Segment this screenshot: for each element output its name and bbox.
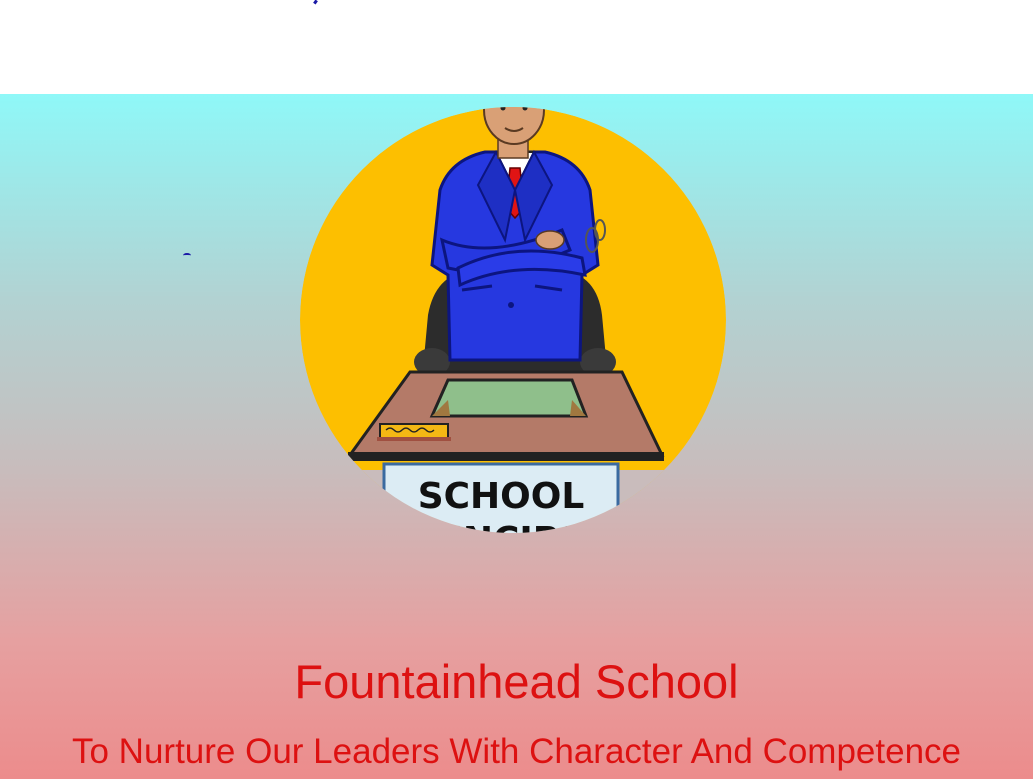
school-tagline: To Nurture Our Leaders With Character An… [71, 732, 962, 771]
sign-text-line2: PRINCIPAL [395, 520, 606, 561]
stray-mark [313, 0, 318, 5]
school-principal-illustration: SCHOOL PRINCIPAL [300, 107, 726, 561]
top-header-area [0, 0, 1033, 94]
sign-text-line1: SCHOOL [418, 476, 585, 517]
hero-banner: SCHOOL PRINCIPAL Fountainhead School To … [0, 94, 1033, 779]
school-name-heading: Fountainhead School [294, 655, 739, 708]
stray-mark [183, 253, 191, 258]
